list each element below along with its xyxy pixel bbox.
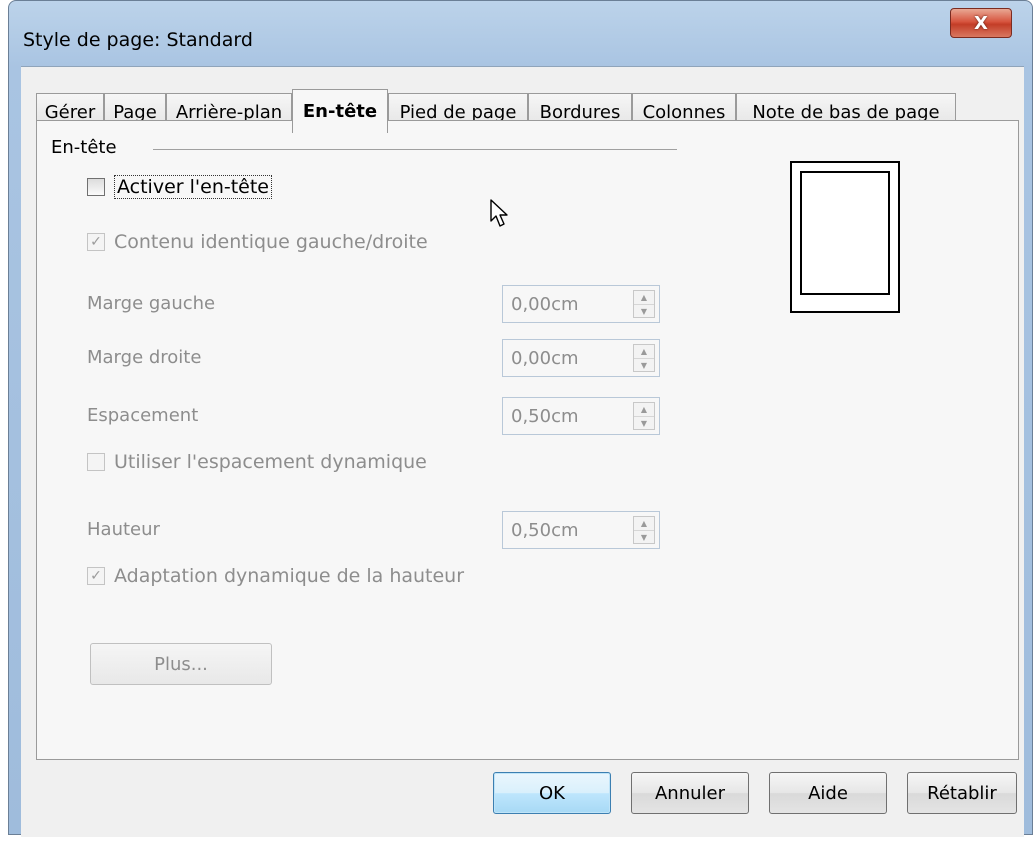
dynamic-spacing-checkbox[interactable]: Utiliser l'espacement dynamique [87, 451, 427, 473]
cancel-button[interactable]: Annuler [631, 772, 749, 814]
left-margin-spinbox[interactable]: 0,00cm ▲ ▼ [502, 285, 660, 323]
more-button[interactable]: Plus... [90, 643, 272, 685]
activate-header-label: Activer l'en-tête [114, 175, 272, 199]
checkbox-box[interactable] [87, 178, 105, 196]
close-icon: X [974, 12, 988, 34]
spin-up-icon[interactable]: ▲ [634, 403, 654, 417]
left-margin-value[interactable]: 0,00cm [511, 294, 579, 315]
checkmark-icon[interactable]: ✓ [87, 233, 105, 251]
right-margin-value[interactable]: 0,00cm [511, 348, 579, 369]
spacing-value[interactable]: 0,50cm [511, 406, 579, 427]
same-content-label: Contenu identique gauche/droite [114, 231, 428, 253]
right-margin-spinbox[interactable]: 0,00cm ▲ ▼ [502, 339, 660, 377]
spin-down-icon[interactable]: ▼ [634, 417, 654, 430]
group-label: En-tête [51, 137, 117, 158]
dialog-client: Gérer Page Arrière-plan En-tête Pied de … [21, 66, 1024, 837]
reset-button[interactable]: Rétablir [907, 772, 1017, 814]
close-button[interactable]: X [950, 8, 1012, 38]
spin-down-icon[interactable]: ▼ [634, 305, 654, 318]
spin-up-icon[interactable]: ▲ [634, 345, 654, 359]
left-margin-label: Marge gauche [87, 293, 216, 314]
autofit-height-label: Adaptation dynamique de la hauteur [114, 565, 465, 587]
dialog-window: Style de page: Standard X Gérer Page Arr… [8, 0, 1033, 837]
page-preview-inner [800, 171, 890, 295]
height-value[interactable]: 0,50cm [511, 520, 579, 541]
spacing-spinbox[interactable]: 0,50cm ▲ ▼ [502, 397, 660, 435]
page-preview [790, 161, 900, 313]
height-label: Hauteur [87, 519, 160, 540]
spin-up-icon[interactable]: ▲ [634, 517, 654, 531]
right-margin-label: Marge droite [87, 347, 202, 368]
activate-header-checkbox[interactable]: Activer l'en-tête [87, 175, 272, 199]
help-button[interactable]: Aide [769, 772, 887, 814]
mouse-pointer-icon [490, 199, 508, 227]
spacing-label: Espacement [87, 405, 199, 426]
dynamic-spacing-label: Utiliser l'espacement dynamique [114, 451, 427, 473]
window-title: Style de page: Standard [23, 29, 253, 51]
spin-buttons[interactable]: ▲ ▼ [633, 516, 655, 544]
ok-button[interactable]: OK [493, 772, 611, 814]
spin-buttons[interactable]: ▲ ▼ [633, 344, 655, 372]
group-divider [153, 149, 677, 150]
autofit-height-checkbox[interactable]: ✓ Adaptation dynamique de la hauteur [87, 565, 464, 587]
spin-buttons[interactable]: ▲ ▼ [633, 290, 655, 318]
tab-panel-en-tete: En-tête Activer l'en-tête ✓ Contenu iden… [36, 120, 1019, 760]
spin-down-icon[interactable]: ▼ [634, 359, 654, 372]
spin-up-icon[interactable]: ▲ [634, 291, 654, 305]
spin-down-icon[interactable]: ▼ [634, 531, 654, 544]
button-bar: OK Annuler Aide Rétablir [21, 759, 1024, 837]
same-content-checkbox[interactable]: ✓ Contenu identique gauche/droite [87, 231, 428, 253]
height-spinbox[interactable]: 0,50cm ▲ ▼ [502, 511, 660, 549]
spin-buttons[interactable]: ▲ ▼ [633, 402, 655, 430]
checkmark-icon[interactable]: ✓ [87, 567, 105, 585]
checkbox-box[interactable] [87, 453, 105, 471]
tab-en-tete[interactable]: En-tête [292, 89, 388, 133]
